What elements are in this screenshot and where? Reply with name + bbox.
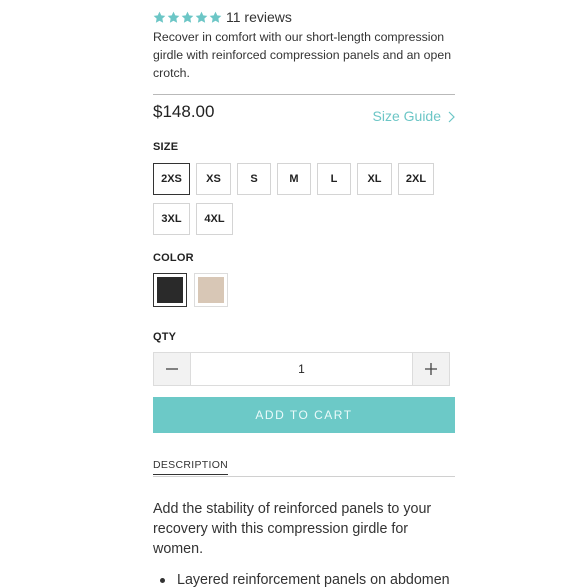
star-icon: [181, 11, 194, 24]
tab-description[interactable]: DESCRIPTION: [153, 459, 229, 475]
star-icon: [167, 11, 180, 24]
size-option-s[interactable]: S: [237, 163, 271, 195]
color-swatch-black[interactable]: [153, 273, 187, 307]
rating[interactable]: 11 reviews: [153, 8, 292, 26]
size-guide-link[interactable]: Size Guide: [373, 108, 455, 124]
size-guide-label: Size Guide: [372, 108, 441, 124]
tab-divider: [153, 476, 455, 477]
description-body: Add the stability of reinforced panels t…: [153, 501, 432, 557]
size-label: SIZE: [153, 141, 179, 153]
list-item: Layered reinforcement panels on abdomen: [160, 572, 450, 588]
size-option-l[interactable]: L: [317, 163, 351, 195]
bullet-text: Layered reinforcement panels on abdomen: [177, 572, 450, 588]
size-option-xs[interactable]: XS: [196, 163, 231, 195]
quantity-input[interactable]: [190, 353, 413, 385]
star-icon: [195, 11, 208, 24]
minus-button[interactable]: [154, 353, 190, 385]
chevron-right-icon: [448, 110, 455, 123]
size-option-4xl[interactable]: 4XL: [196, 203, 233, 235]
plus-button[interactable]: [413, 353, 449, 385]
reviews-count[interactable]: 11 reviews: [226, 9, 292, 25]
quantity-stepper: [153, 352, 450, 386]
short-description: Recover in comfort with our short-length…: [153, 30, 452, 80]
divider: [153, 94, 455, 95]
bullet-icon: [160, 578, 165, 583]
size-option-2xs[interactable]: 2XS: [153, 163, 190, 195]
swatch-black-fill: [157, 277, 183, 303]
color-label: COLOR: [153, 252, 194, 264]
size-option-3xl[interactable]: 3XL: [153, 203, 190, 235]
add-to-cart-button[interactable]: ADD TO CART: [153, 397, 455, 433]
star-icon: [209, 11, 222, 24]
qty-label: QTY: [153, 331, 177, 343]
size-option-2xl[interactable]: 2XL: [398, 163, 434, 195]
size-option-m[interactable]: M: [277, 163, 311, 195]
minus-icon: [166, 368, 178, 370]
color-swatch-nude[interactable]: [194, 273, 228, 307]
size-option-xl[interactable]: XL: [357, 163, 392, 195]
swatch-nude-fill: [198, 277, 224, 303]
price: $148.00: [153, 102, 215, 121]
star-icon: [153, 11, 166, 24]
plus-icon: [425, 363, 437, 375]
